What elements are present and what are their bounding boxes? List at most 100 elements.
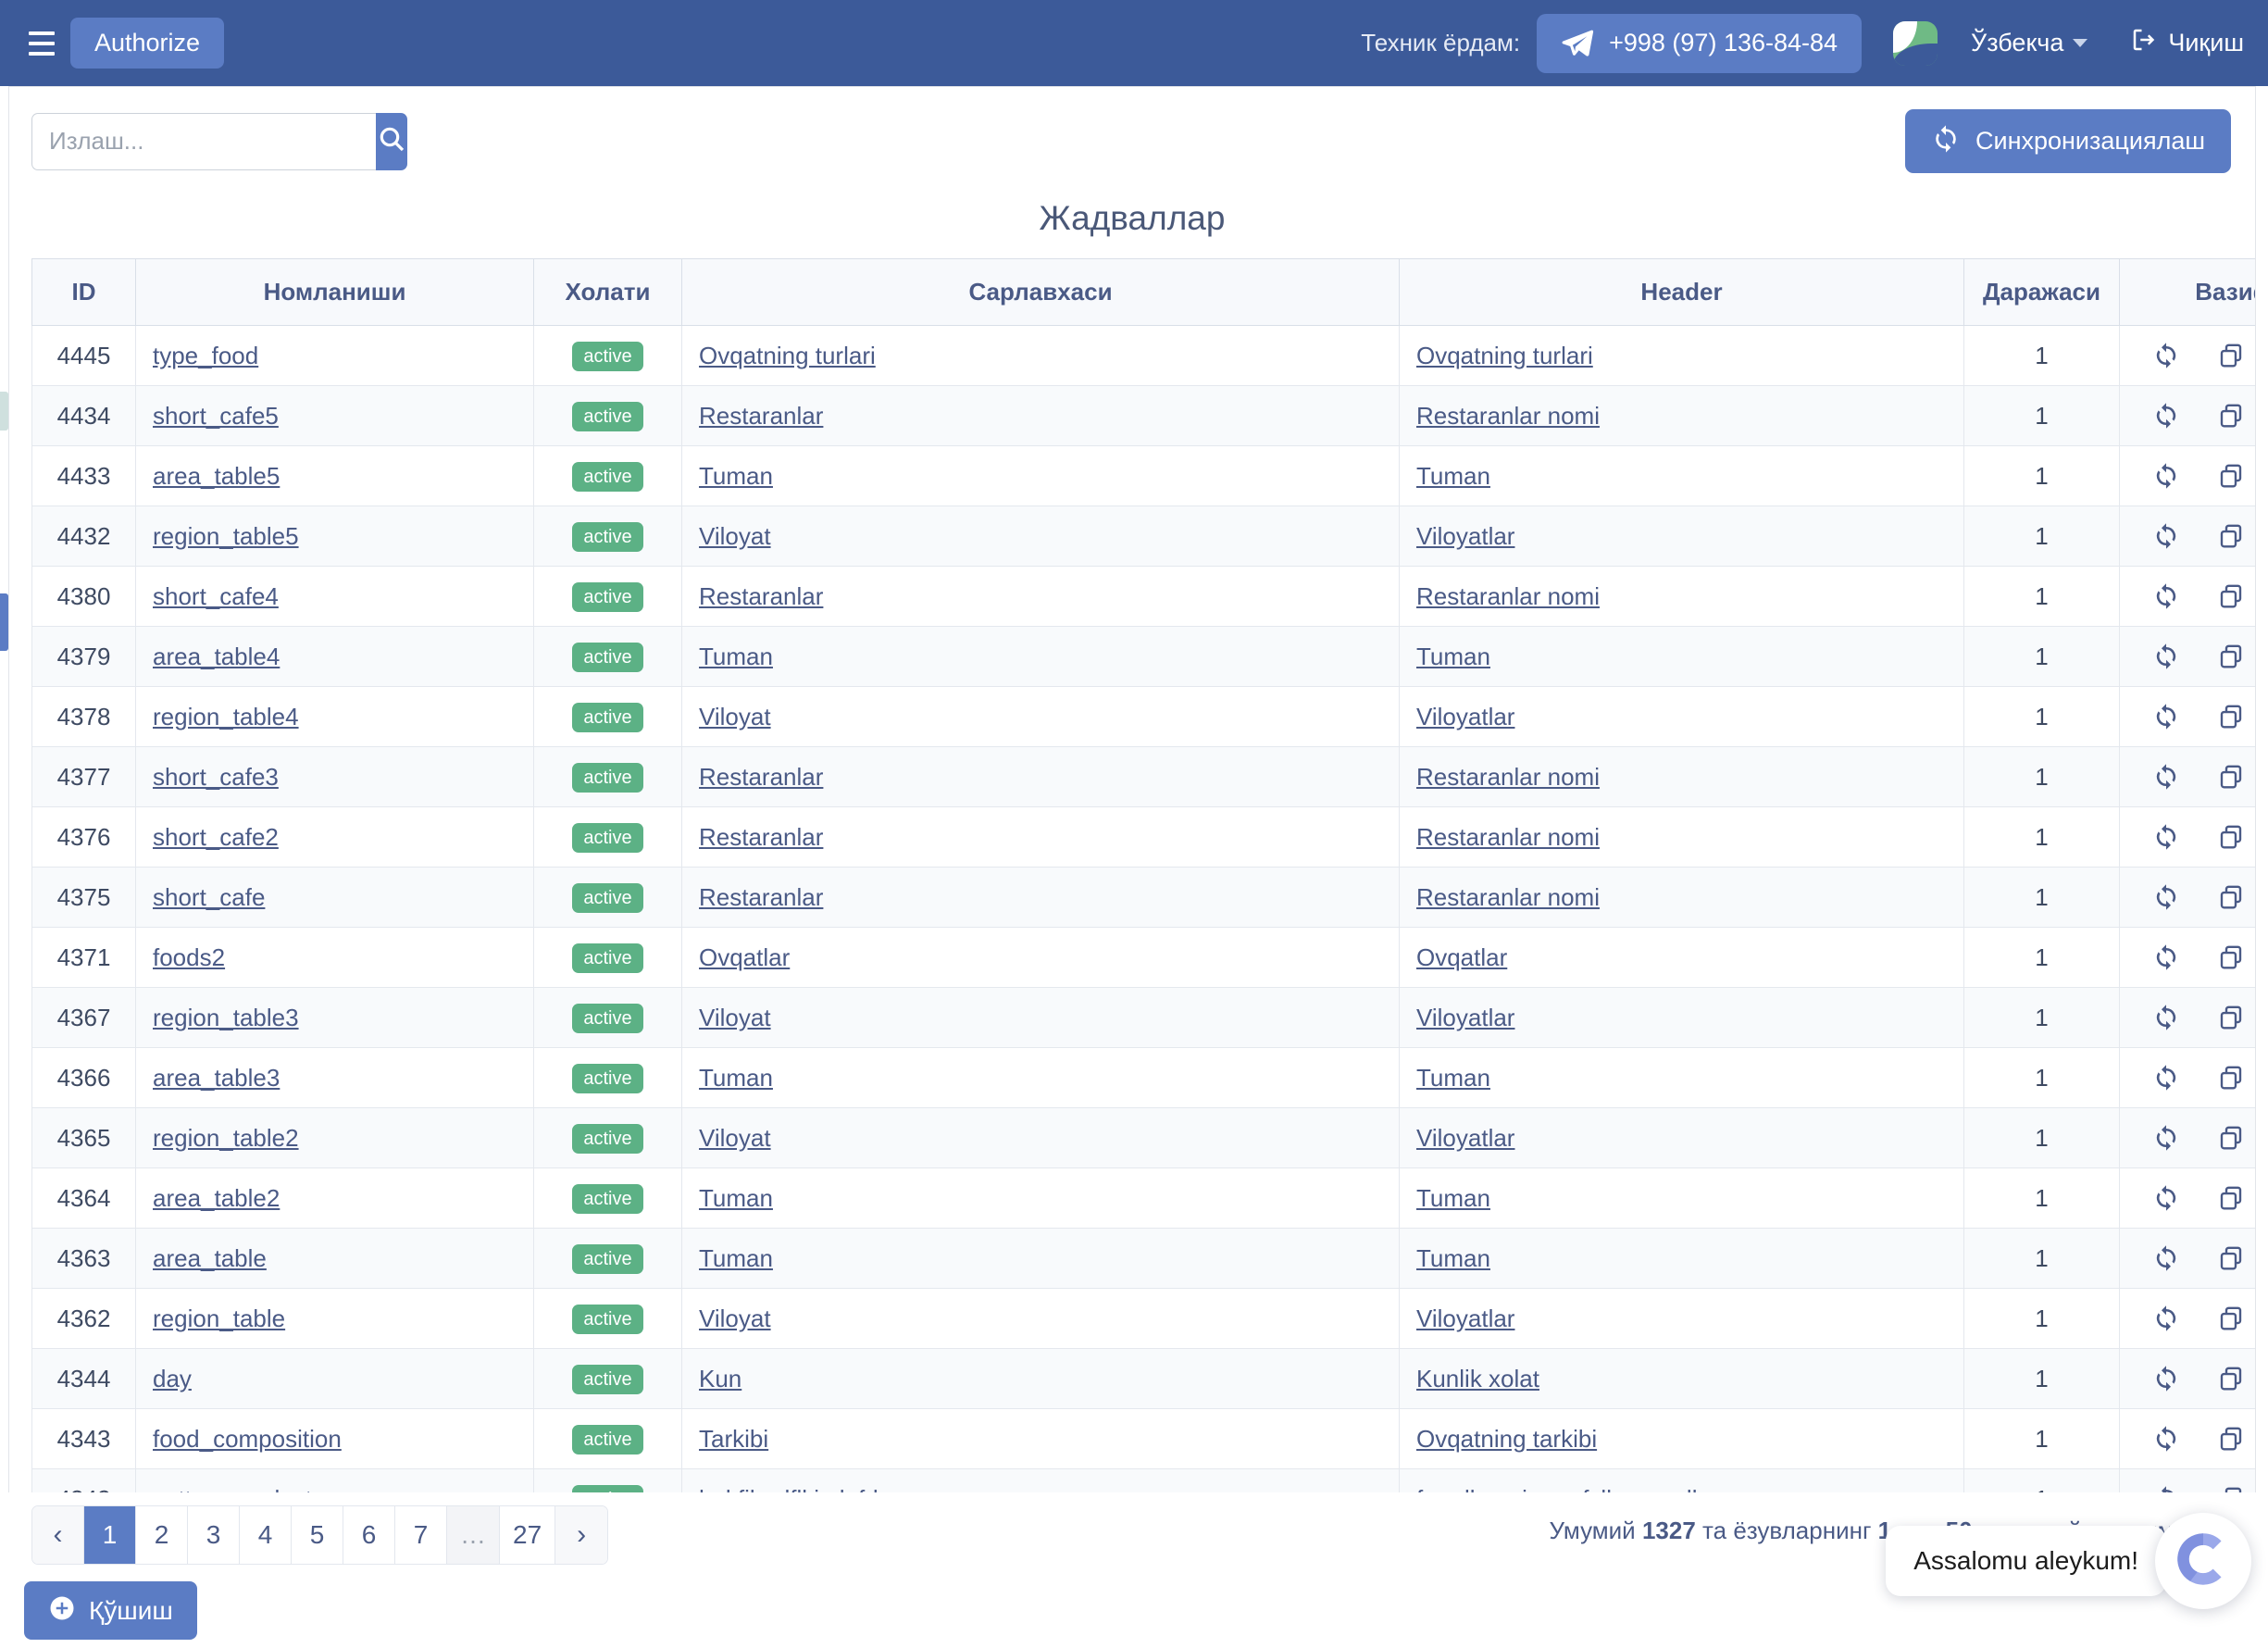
table-header-link[interactable]: Restaranlar nomi bbox=[1416, 402, 1600, 430]
table-name-link[interactable]: food_composition bbox=[153, 1425, 342, 1453]
table-header-link[interactable]: Viloyatlar bbox=[1416, 703, 1514, 730]
sync-icon[interactable] bbox=[2152, 1124, 2180, 1152]
table-name-link[interactable]: region_table4 bbox=[153, 703, 299, 730]
table-header-link[interactable]: Viloyatlar bbox=[1416, 1004, 1514, 1031]
authorize-button[interactable]: Authorize bbox=[70, 18, 225, 69]
copy-icon[interactable] bbox=[2217, 703, 2245, 730]
table-header-link[interactable]: Viloyatlar bbox=[1416, 1305, 1514, 1332]
copy-icon[interactable] bbox=[2217, 462, 2245, 490]
table-header-link[interactable]: Restaranlar nomi bbox=[1416, 763, 1600, 791]
table-title-link[interactable]: Restaranlar bbox=[699, 823, 823, 851]
sync-icon[interactable] bbox=[2152, 823, 2180, 851]
column-header-title[interactable]: Сарлавхаси bbox=[681, 258, 1400, 326]
sync-icon[interactable] bbox=[2152, 522, 2180, 550]
sync-icon[interactable] bbox=[2152, 402, 2180, 430]
pagination-page-5[interactable]: 5 bbox=[292, 1506, 343, 1564]
copy-icon[interactable] bbox=[2217, 1124, 2245, 1152]
copy-icon[interactable] bbox=[2217, 1365, 2245, 1392]
copy-icon[interactable] bbox=[2217, 1064, 2245, 1092]
copy-icon[interactable] bbox=[2217, 1184, 2245, 1212]
table-name-link[interactable]: area_table5 bbox=[153, 462, 280, 490]
synchronize-button[interactable]: Синхронизациялаш bbox=[1904, 109, 2231, 173]
chat-greeting-bubble[interactable]: Assalomu aleykum! bbox=[1886, 1526, 2166, 1596]
pagination-page-4[interactable]: 4 bbox=[240, 1506, 292, 1564]
sync-icon[interactable] bbox=[2152, 1064, 2180, 1092]
table-title-link[interactable]: Viloyat bbox=[699, 703, 771, 730]
table-name-link[interactable]: area_table3 bbox=[153, 1064, 280, 1092]
table-name-link[interactable]: region_table bbox=[153, 1305, 285, 1332]
table-name-link[interactable]: day bbox=[153, 1365, 192, 1392]
pagination-prev-button[interactable]: ‹ bbox=[32, 1506, 84, 1564]
sync-icon[interactable] bbox=[2152, 342, 2180, 369]
pagination-page-1[interactable]: 1 bbox=[84, 1506, 136, 1564]
table-name-link[interactable]: area_table2 bbox=[153, 1184, 280, 1212]
copy-icon[interactable] bbox=[2217, 342, 2245, 369]
table-title-link[interactable]: Tuman bbox=[699, 462, 773, 490]
pagination-page-3[interactable]: 3 bbox=[188, 1506, 240, 1564]
copy-icon[interactable] bbox=[2217, 582, 2245, 610]
table-name-link[interactable]: short_cafe2 bbox=[153, 823, 279, 851]
table-header-link[interactable]: Ovqatlar bbox=[1416, 943, 1507, 971]
table-name-link[interactable]: area_table4 bbox=[153, 643, 280, 670]
sync-icon[interactable] bbox=[2152, 883, 2180, 911]
pagination-page-2[interactable]: 2 bbox=[136, 1506, 188, 1564]
table-header-link[interactable]: Restaranlar nomi bbox=[1416, 883, 1600, 911]
table-title-link[interactable]: Viloyat bbox=[699, 1124, 771, 1152]
table-header-link[interactable]: Tuman bbox=[1416, 1244, 1490, 1272]
hamburger-icon[interactable] bbox=[20, 22, 63, 65]
sync-icon[interactable] bbox=[2152, 1244, 2180, 1272]
sync-icon[interactable] bbox=[2152, 1365, 2180, 1392]
sync-icon[interactable] bbox=[2152, 1425, 2180, 1453]
table-title-link[interactable]: Tuman bbox=[699, 1244, 773, 1272]
table-title-link[interactable]: Restaranlar bbox=[699, 763, 823, 791]
sync-icon[interactable] bbox=[2152, 462, 2180, 490]
copy-icon[interactable] bbox=[2217, 1244, 2245, 1272]
search-input[interactable] bbox=[31, 112, 376, 170]
table-header-link[interactable]: Ovqatning turlari bbox=[1416, 342, 1593, 369]
sync-icon[interactable] bbox=[2152, 763, 2180, 791]
sync-icon[interactable] bbox=[2152, 703, 2180, 730]
column-header-header[interactable]: Header bbox=[1399, 258, 1964, 326]
copy-icon[interactable] bbox=[2217, 763, 2245, 791]
table-name-link[interactable]: area_table bbox=[153, 1244, 267, 1272]
sync-icon[interactable] bbox=[2152, 643, 2180, 670]
table-name-link[interactable]: short_cafe bbox=[153, 883, 265, 911]
table-header-link[interactable]: Restaranlar nomi bbox=[1416, 582, 1600, 610]
table-name-link[interactable]: type_food bbox=[153, 342, 258, 369]
copy-icon[interactable] bbox=[2217, 1305, 2245, 1332]
column-header-level[interactable]: Даражаси bbox=[1963, 258, 2120, 326]
column-header-id[interactable]: ID bbox=[31, 258, 136, 326]
table-name-link[interactable]: region_table5 bbox=[153, 522, 299, 550]
column-header-name[interactable]: Номланиши bbox=[135, 258, 534, 326]
table-name-link[interactable]: short_cafe3 bbox=[153, 763, 279, 791]
search-button[interactable] bbox=[376, 112, 407, 170]
table-title-link[interactable]: Tarkibi bbox=[699, 1425, 768, 1453]
logout-button[interactable]: Чиқиш bbox=[2130, 26, 2244, 60]
table-header-link[interactable]: Ovqatning tarkibi bbox=[1416, 1425, 1597, 1453]
sync-icon[interactable] bbox=[2152, 582, 2180, 610]
table-title-link[interactable]: Ovqatlar bbox=[699, 943, 790, 971]
telegram-support-button[interactable]: +998 (97) 136-84-84 bbox=[1537, 13, 1863, 73]
table-name-link[interactable]: short_cafe5 bbox=[153, 402, 279, 430]
sync-icon[interactable] bbox=[2152, 1184, 2180, 1212]
table-header-link[interactable]: Tuman bbox=[1416, 643, 1490, 670]
table-title-link[interactable]: Restaranlar bbox=[699, 402, 823, 430]
language-selector[interactable]: Ўзбекча bbox=[1971, 29, 2088, 57]
table-header-link[interactable]: Tuman bbox=[1416, 462, 1490, 490]
sync-icon[interactable] bbox=[2152, 943, 2180, 971]
table-header-link[interactable]: Kunlik xolat bbox=[1416, 1365, 1539, 1392]
table-title-link[interactable]: Restaranlar bbox=[699, 582, 823, 610]
table-name-link[interactable]: short_cafe4 bbox=[153, 582, 279, 610]
column-header-state[interactable]: Холати bbox=[533, 258, 682, 326]
pagination-page-7[interactable]: 7 bbox=[395, 1506, 447, 1564]
copy-icon[interactable] bbox=[2217, 823, 2245, 851]
table-header-link[interactable]: Viloyatlar bbox=[1416, 1124, 1514, 1152]
copy-icon[interactable] bbox=[2217, 1425, 2245, 1453]
copy-icon[interactable] bbox=[2217, 643, 2245, 670]
table-name-link[interactable]: region_table3 bbox=[153, 1004, 299, 1031]
chat-app-icon[interactable] bbox=[1893, 20, 1938, 66]
copy-icon[interactable] bbox=[2217, 943, 2245, 971]
table-header-link[interactable]: Viloyatlar bbox=[1416, 522, 1514, 550]
copy-icon[interactable] bbox=[2217, 883, 2245, 911]
pagination-next-button[interactable]: › bbox=[555, 1506, 608, 1564]
